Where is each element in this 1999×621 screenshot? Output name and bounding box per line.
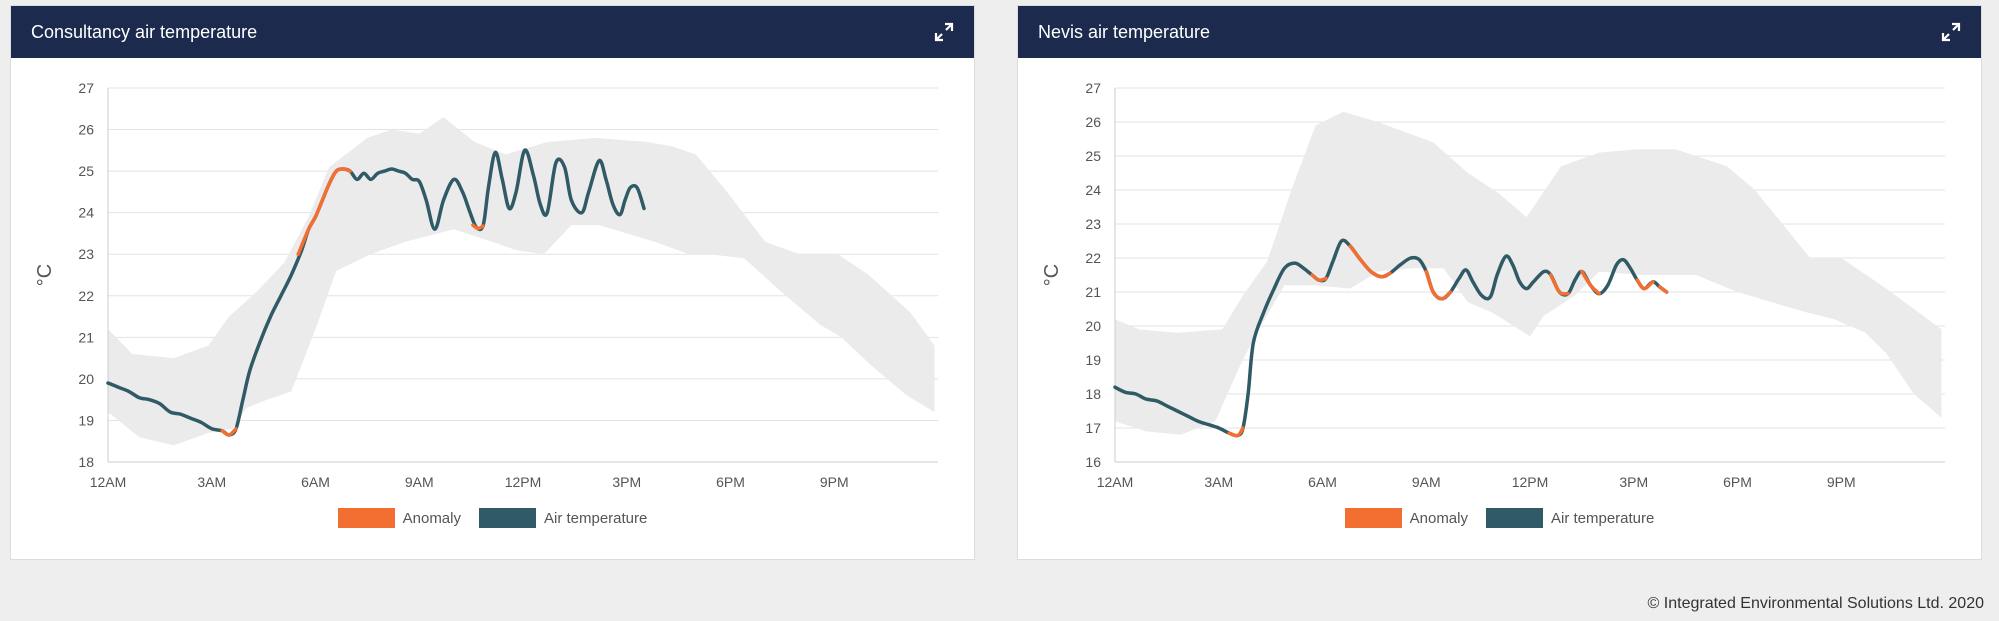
anomaly-segment — [1424, 269, 1453, 301]
panel-title: Consultancy air temperature — [31, 21, 258, 42]
x-tick-label: 12AM — [90, 474, 127, 490]
panel-header: Nevis air temperature — [1018, 6, 1981, 58]
x-tick-label: 3AM — [1204, 474, 1233, 490]
y-tick-label: 22 — [1085, 250, 1101, 266]
temperature-chart: 16 17 18 19 20 21 22 23 24 25 26 27 12AM 3AM 6AM 9AM 12P… — [1018, 58, 1981, 498]
legend-item-anomaly[interactable]: Anomaly — [337, 508, 461, 528]
x-tick-label: 3PM — [612, 474, 641, 490]
air-temperature-swatch — [1485, 508, 1543, 528]
x-tick-label: 9PM — [1827, 474, 1856, 490]
x-tick-label: 9PM — [820, 474, 849, 490]
y-axis-label: °C — [1041, 264, 1063, 286]
chart-legend: Anomaly Air temperature — [11, 508, 974, 528]
y-tick-label: 27 — [1085, 80, 1101, 96]
y-tick-label: 25 — [78, 163, 94, 179]
anomaly-swatch — [337, 508, 395, 528]
legend-item-air-temperature[interactable]: Air temperature — [478, 508, 648, 528]
y-tick-label: 17 — [1085, 420, 1101, 436]
anomaly-segment — [1657, 285, 1669, 294]
y-tick-label: 24 — [1085, 182, 1101, 198]
y-tick-label: 26 — [1085, 114, 1101, 130]
legend-label-anomaly: Anomaly — [402, 509, 461, 527]
legend-label-air-temperature: Air temperature — [543, 509, 648, 527]
y-tick-label: 26 — [78, 122, 94, 138]
y-tick-label: 22 — [78, 288, 94, 304]
y-tick-label: 18 — [1085, 386, 1101, 402]
temperature-chart: 18 19 20 21 22 23 24 25 26 27 12AM 3AM 6AM 9AM 12PM 3PM… — [11, 58, 974, 498]
x-tick-label: 6PM — [1723, 474, 1752, 490]
y-tick-label: 16 — [1085, 454, 1101, 470]
x-tick-label: 6AM — [301, 474, 330, 490]
y-tick-label: 27 — [78, 80, 94, 96]
chart-panel-consultancy: Consultancy air temperature 18 19 20 21 22 23… — [10, 5, 975, 560]
legend-item-air-temperature[interactable]: Air temperature — [1485, 508, 1655, 528]
copyright-footer: © Integrated Environmental Solutions Ltd… — [1647, 595, 1984, 612]
air-temperature-swatch — [478, 508, 536, 528]
y-tick-label: 19 — [78, 412, 94, 428]
chart-panel-nevis: Nevis air temperature 16 17 18 19 20 21 22 23 24… — [1017, 5, 1982, 560]
y-tick-label: 23 — [78, 246, 94, 262]
y-tick-label: 25 — [1085, 148, 1101, 164]
y-tick-label: 23 — [1085, 216, 1101, 232]
anomaly-segment — [1227, 426, 1245, 438]
anomaly-swatch — [1344, 508, 1402, 528]
legend-label-air-temperature: Air temperature — [1550, 509, 1655, 527]
x-tick-label: 3AM — [197, 474, 226, 490]
chart-svg: 18 19 20 21 22 23 24 25 26 27 12AM 3AM 6AM 9AM 12PM 3PM… — [34, 80, 938, 490]
chart-legend: Anomaly Air temperature — [1018, 508, 1981, 528]
panel-header: Consultancy air temperature — [11, 6, 974, 58]
y-tick-label: 21 — [1085, 284, 1101, 300]
chart-svg: 16 17 18 19 20 21 22 23 24 25 26 27 12AM 3AM 6AM 9AM 12P… — [1041, 80, 1945, 490]
x-tick-label: 9AM — [1412, 474, 1441, 490]
y-tick-label: 20 — [78, 371, 94, 387]
y-axis-label: °C — [34, 264, 56, 286]
y-tick-label: 19 — [1085, 352, 1101, 368]
x-tick-label: 9AM — [405, 474, 434, 490]
expand-arrows-icon[interactable] — [934, 22, 954, 42]
x-tick-label: 6AM — [1308, 474, 1337, 490]
expand-arrows-icon[interactable] — [1941, 22, 1961, 42]
x-tick-label: 6PM — [716, 474, 745, 490]
y-tick-label: 18 — [78, 454, 94, 470]
y-tick-label: 21 — [78, 329, 94, 345]
legend-label-anomaly: Anomaly — [1409, 509, 1468, 527]
panel-title: Nevis air temperature — [1038, 21, 1211, 42]
x-tick-label: 12AM — [1097, 474, 1134, 490]
x-tick-label: 3PM — [1619, 474, 1648, 490]
y-tick-label: 20 — [1085, 318, 1101, 334]
y-tick-label: 24 — [78, 205, 94, 221]
legend-item-anomaly[interactable]: Anomaly — [1344, 508, 1468, 528]
x-tick-label: 12PM — [505, 474, 542, 490]
x-tick-label: 12PM — [1512, 474, 1549, 490]
expected-range-band — [1115, 111, 1942, 435]
